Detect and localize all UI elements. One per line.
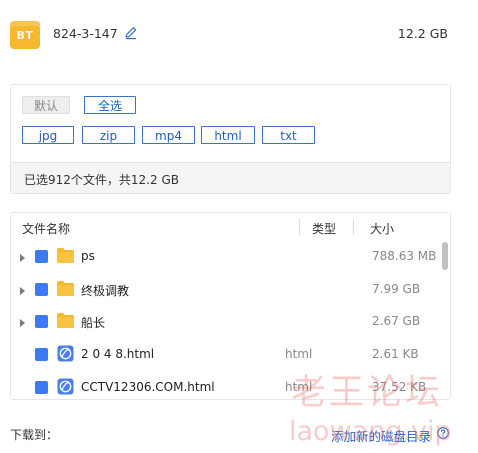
table-header: 文件名称 类型 大小 [11, 213, 450, 241]
total-size: 12.2 GB [397, 26, 448, 41]
folder-icon [57, 313, 74, 328]
folder-icon [57, 281, 74, 296]
default-button[interactable]: 默认 [22, 96, 70, 114]
table-row[interactable]: 船长 2.67 GB [11, 307, 450, 340]
html-file-icon [57, 378, 74, 395]
expand-arrow-icon[interactable] [20, 254, 25, 262]
file-size: 2.61 KB [372, 347, 419, 361]
file-name: 船长 [81, 316, 106, 330]
expand-arrow-icon[interactable] [20, 319, 25, 327]
row-checkbox[interactable] [35, 315, 48, 328]
filter-zip-button[interactable]: zip [82, 126, 135, 144]
expand-arrow-icon[interactable] [20, 287, 25, 295]
row-checkbox[interactable] [35, 250, 48, 263]
download-to-label: 下载到： [10, 428, 59, 442]
bt-icon-label: BT [16, 29, 34, 42]
filter-mp4-button[interactable]: mp4 [142, 126, 195, 144]
file-name: CCTV12306.COM.html [81, 380, 215, 394]
folder-icon [57, 248, 74, 263]
file-name: 2 0 4 8.html [81, 347, 155, 361]
column-header-name[interactable]: 文件名称 [22, 220, 70, 237]
filter-txt-button[interactable]: txt [262, 126, 315, 144]
file-name: ps [81, 249, 95, 263]
file-size: 7.99 GB [372, 282, 421, 296]
table-row[interactable]: 终极调教 7.99 GB [11, 275, 450, 308]
watermark-url: laowang.vip [289, 416, 452, 447]
row-checkbox[interactable] [35, 283, 48, 296]
filter-jpg-button[interactable]: jpg [22, 126, 74, 144]
bt-torrent-icon: BT [10, 21, 40, 49]
selection-summary-bar: 已选912个文件，共12.2 GB [11, 162, 450, 193]
filter-html-button[interactable]: html [201, 126, 255, 144]
column-divider[interactable] [353, 219, 354, 235]
torrent-name: 824-3-147 [53, 26, 118, 41]
file-name: 终极调教 [81, 284, 130, 298]
watermark-text: 老王论坛 [291, 373, 444, 413]
edit-icon[interactable] [124, 26, 138, 40]
scrollbar-thumb[interactable] [442, 242, 448, 270]
column-divider[interactable] [299, 219, 300, 235]
row-checkbox[interactable] [35, 381, 48, 394]
html-file-icon [57, 345, 74, 362]
file-size: 2.67 GB [372, 314, 421, 328]
select-all-button[interactable]: 全选 [84, 96, 136, 114]
row-checkbox[interactable] [35, 348, 48, 361]
column-header-type[interactable]: 类型 [312, 220, 336, 237]
file-filter-panel: 默认 全选 jpg zip mp4 html txt 已选912个文件，共12.… [10, 84, 451, 194]
file-size: 788.63 MB [372, 249, 437, 263]
column-header-size[interactable]: 大小 [370, 220, 394, 237]
table-row[interactable]: ps 788.63 MB [11, 242, 450, 275]
file-type: html [285, 347, 313, 361]
selection-summary: 已选912个文件，共12.2 GB [24, 173, 179, 187]
